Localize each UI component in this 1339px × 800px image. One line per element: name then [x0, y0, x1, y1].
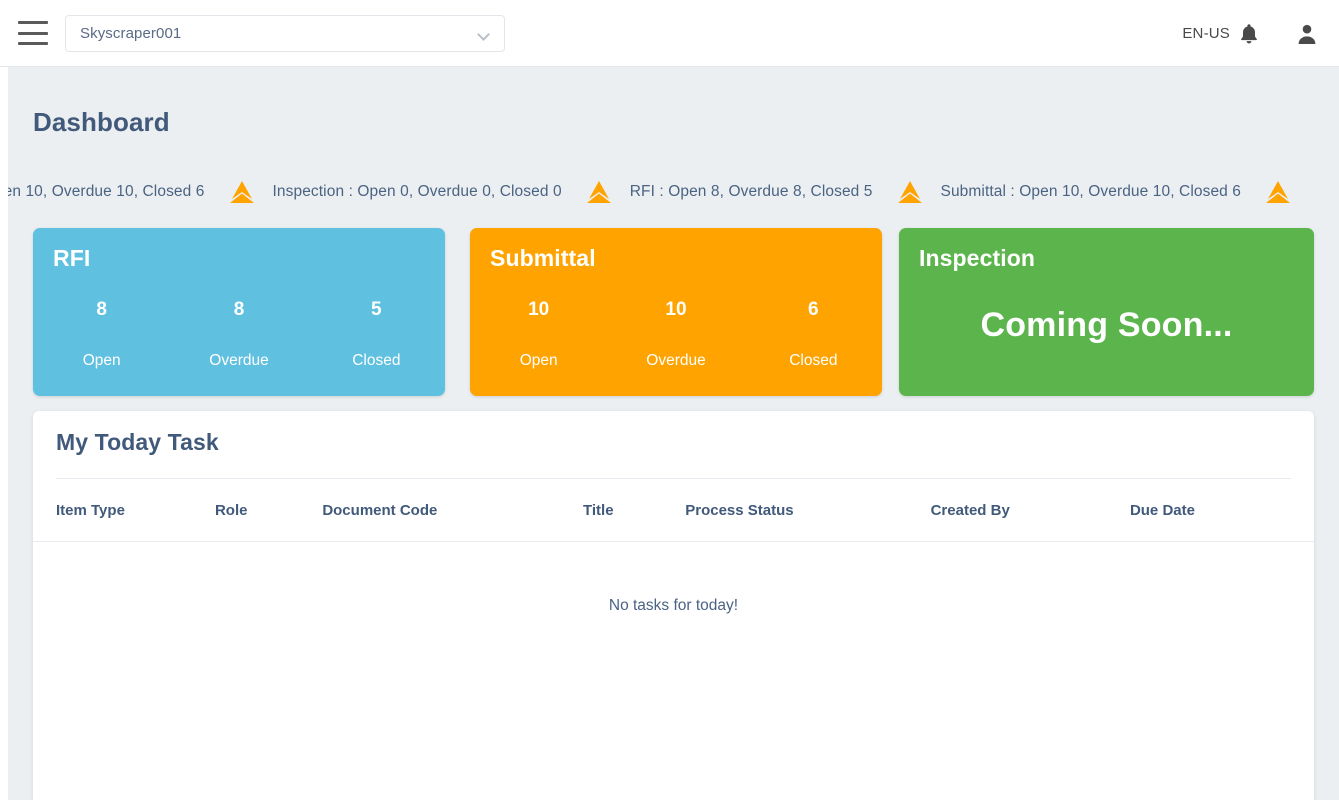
brand-triangle-icon: [227, 179, 257, 205]
hamburger-bar: [18, 32, 48, 35]
rfi-stat-closed[interactable]: 5 Closed: [308, 300, 445, 369]
topbar-actions: EN-US: [1182, 0, 1319, 67]
project-select[interactable]: Skyscraper001: [65, 15, 505, 52]
rfi-card[interactable]: RFI 8 Open 8 Overdue 5 Closed: [33, 228, 445, 396]
column-header-process-status[interactable]: Process Status: [685, 479, 930, 542]
user-avatar-icon[interactable]: [1295, 22, 1319, 46]
rfi-overdue-label: Overdue: [170, 353, 307, 369]
column-header-title[interactable]: Title: [583, 479, 685, 542]
project-select-value: Skyscraper001: [80, 25, 479, 42]
status-marquee: Submittal : Open 10, Overdue 10, Closed …: [8, 171, 1339, 213]
column-header-created-by[interactable]: Created By: [931, 479, 1130, 542]
rfi-closed-label: Closed: [308, 353, 445, 369]
submittal-open-value: 10: [470, 300, 607, 319]
marquee-item: Submittal : Open 10, Overdue 10, Closed …: [941, 179, 1310, 205]
hamburger-bar: [18, 21, 48, 24]
chevron-down-icon: [479, 30, 490, 37]
submittal-stat-open[interactable]: 10 Open: [470, 300, 607, 369]
marquee-text: Submittal : Open 10, Overdue 10, Closed …: [941, 183, 1264, 201]
summary-cards: RFI 8 Open 8 Overdue 5 Closed: [33, 228, 1314, 396]
marquee-text: Submittal : Open 10, Overdue 10, Closed …: [8, 183, 227, 201]
rfi-stat-overdue[interactable]: 8 Overdue: [170, 300, 307, 369]
hamburger-menu-icon[interactable]: [18, 21, 48, 45]
rfi-open-label: Open: [33, 353, 170, 369]
my-today-task-panel: My Today Task Item Type Role Document Co…: [33, 411, 1314, 800]
task-table-empty-message: No tasks for today!: [33, 597, 1314, 615]
rfi-open-value: 8: [33, 300, 170, 319]
brand-triangle-icon: [1263, 179, 1293, 205]
rfi-stat-open[interactable]: 8 Open: [33, 300, 170, 369]
task-table-header-row: Item Type Role Document Code Title Proce…: [33, 479, 1314, 542]
bell-icon[interactable]: [1239, 23, 1259, 45]
marquee-text: RFI : Open 8, Overdue 8, Closed 5: [630, 183, 895, 201]
dashboard-page: Skyscraper001 EN-US Dashboard: [0, 0, 1339, 800]
marquee-item: Inspection : Open 0, Overdue 0, Closed 0: [273, 179, 630, 205]
submittal-closed-label: Closed: [745, 353, 882, 369]
submittal-stat-overdue[interactable]: 10 Overdue: [607, 300, 744, 369]
rfi-stats: 8 Open 8 Overdue 5 Closed: [33, 300, 445, 369]
top-navigation-bar: Skyscraper001 EN-US: [0, 0, 1339, 67]
submittal-card[interactable]: Submittal 10 Open 10 Overdue 6 Closed: [470, 228, 882, 396]
column-header-document-code[interactable]: Document Code: [322, 479, 583, 542]
column-header-role[interactable]: Role: [215, 479, 322, 542]
submittal-overdue-label: Overdue: [607, 353, 744, 369]
inspection-card[interactable]: Inspection Coming Soon...: [899, 228, 1314, 396]
marquee-text: Inspection : Open 0, Overdue 0, Closed 0: [273, 183, 584, 201]
submittal-card-title: Submittal: [490, 245, 596, 272]
language-selector[interactable]: EN-US: [1182, 25, 1230, 42]
submittal-open-label: Open: [470, 353, 607, 369]
inspection-coming-soon-message: Coming Soon...: [899, 306, 1314, 345]
hamburger-bar: [18, 42, 48, 45]
submittal-stat-closed[interactable]: 6 Closed: [745, 300, 882, 369]
marquee-track: Submittal : Open 10, Overdue 10, Closed …: [8, 171, 1309, 213]
rfi-overdue-value: 8: [170, 300, 307, 319]
task-table: Item Type Role Document Code Title Proce…: [33, 479, 1314, 542]
inspection-card-title: Inspection: [919, 245, 1035, 272]
marquee-item: RFI : Open 8, Overdue 8, Closed 5: [630, 179, 941, 205]
main-content: Dashboard Submittal : Open 10, Overdue 1…: [8, 67, 1339, 800]
column-header-item-type[interactable]: Item Type: [33, 479, 215, 542]
brand-triangle-icon: [584, 179, 614, 205]
submittal-stats: 10 Open 10 Overdue 6 Closed: [470, 300, 882, 369]
my-today-task-title: My Today Task: [56, 429, 219, 456]
page-title: Dashboard: [33, 107, 170, 138]
column-header-due-date[interactable]: Due Date: [1130, 479, 1314, 542]
rfi-closed-value: 5: [308, 300, 445, 319]
submittal-closed-value: 6: [745, 300, 882, 319]
task-table-head: Item Type Role Document Code Title Proce…: [33, 479, 1314, 542]
rfi-card-title: RFI: [53, 245, 90, 272]
marquee-item: Submittal : Open 10, Overdue 10, Closed …: [8, 179, 273, 205]
submittal-overdue-value: 10: [607, 300, 744, 319]
brand-triangle-icon: [895, 179, 925, 205]
